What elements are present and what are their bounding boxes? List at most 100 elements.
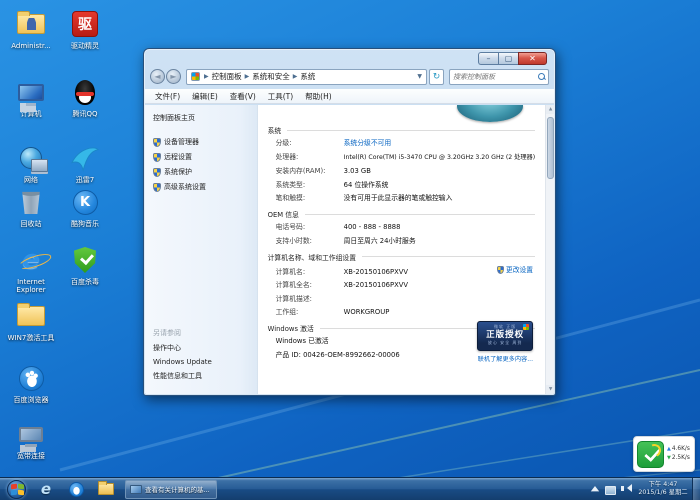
search-box[interactable]	[449, 69, 549, 85]
refresh-button[interactable]: ↻	[429, 69, 444, 85]
activation-status: Windows 已激活	[276, 337, 329, 345]
breadcrumb-separator-icon: ▶	[244, 73, 251, 80]
close-button[interactable]: ✕	[518, 52, 547, 65]
menu-help[interactable]: 帮助(H)	[299, 89, 338, 104]
change-settings[interactable]: 更改设置	[497, 266, 533, 274]
breadcrumb-system[interactable]: 系统	[298, 71, 317, 82]
section-oem: OEM 信息 电话号码: 400 - 888 - 8888 支持小时数: 周日至…	[268, 209, 535, 245]
section-title: OEM 信息	[268, 209, 299, 219]
scrollbar-thumb[interactable]	[547, 117, 554, 179]
desktop-icon-qq[interactable]: 腾讯QQ	[58, 76, 112, 118]
section-title: 计算机名称、域和工作组设置	[268, 252, 356, 262]
sidebar-item-remote-settings[interactable]: 远程设置	[153, 152, 257, 162]
desktop-icon-recycle-bin[interactable]: 回收站	[4, 186, 58, 228]
taskbar-ie-icon[interactable]: e	[34, 480, 58, 499]
desktop-icon-baidu-browser[interactable]: 百度浏览器	[4, 362, 58, 404]
workgroup-value: WORKGROUP	[344, 308, 390, 316]
sidebar-item-label: 系统保护	[164, 167, 192, 177]
back-button[interactable]: ◄	[150, 69, 165, 84]
sidebar-item-control-panel-home[interactable]: 控制面板主页	[153, 113, 257, 123]
genuine-windows-badge: 微软 正版 正版授权 放心 安全 周到	[477, 321, 533, 351]
volume-tray-icon[interactable]	[620, 483, 632, 495]
desktop-icon-label: 计算机	[4, 110, 58, 118]
learn-more-online-link[interactable]: 联机了解更多内容...	[478, 354, 533, 363]
network-tray-icon[interactable]	[605, 486, 616, 495]
field-label: 安装内存(RAM):	[276, 167, 344, 175]
desktop-icon-admin-folder[interactable]: Administr...	[4, 8, 58, 50]
show-desktop-button[interactable]	[692, 478, 700, 500]
desktop-icon-driver-genius[interactable]: 驱 驱动精灵	[58, 8, 112, 50]
windows-flag-icon	[523, 324, 529, 330]
section-title: Windows 激活	[268, 323, 314, 333]
upload-speed: 4.6K/s	[672, 446, 690, 452]
uac-shield-icon	[153, 183, 161, 192]
sidebar-item-label: 远程设置	[164, 152, 192, 162]
section-system: 系统 分级: 系统分级不可用 处理器: Intel(R) Core(TM) i5…	[268, 125, 535, 202]
maximize-button[interactable]: ▢	[498, 52, 518, 65]
address-dropdown-icon[interactable]: ▼	[415, 73, 424, 80]
change-settings-link[interactable]: 更改设置	[506, 266, 533, 274]
sidebar-item-windows-update[interactable]: Windows Update	[153, 358, 212, 366]
main-content: 系统 分级: 系统分级不可用 处理器: Intel(R) Core(TM) i5…	[258, 105, 545, 394]
speed-readout: 4.6K/s 2.5K/s	[667, 445, 690, 463]
scroll-down-icon[interactable]: ▼	[546, 385, 554, 394]
menu-tools[interactable]: 工具(T)	[262, 89, 299, 104]
desktop-icon-network[interactable]: 网络	[4, 142, 58, 184]
sidebar-item-action-center[interactable]: 操作中心	[153, 343, 212, 353]
taskbar-clock[interactable]: 下午 4:47 2015/1/6 星期二	[637, 481, 689, 497]
net-speed-widget[interactable]: 4.6K/s 2.5K/s	[633, 436, 695, 472]
minimize-button[interactable]: –	[478, 52, 498, 65]
desktop-icon-label: WIN7激活工具	[4, 334, 58, 342]
field-label: 处理器:	[276, 153, 344, 161]
sidebar-item-performance[interactable]: 性能信息和工具	[153, 371, 212, 381]
vertical-scrollbar[interactable]: ▲ ▼	[545, 105, 554, 394]
taskbar-baidu-browser-icon[interactable]	[64, 480, 88, 499]
task-button-label: 查看有关计算机的基...	[145, 484, 210, 494]
sidebar-item-device-manager[interactable]: 设备管理器	[153, 137, 257, 147]
search-icon	[538, 73, 545, 80]
download-speed: 2.5K/s	[672, 455, 690, 461]
desktop-icon-label: 百度杀毒	[58, 278, 112, 286]
menu-edit[interactable]: 编辑(E)	[186, 89, 224, 104]
sidebar-item-advanced-settings[interactable]: 高级系统设置	[153, 182, 257, 192]
desktop-icon-internet-explorer[interactable]: e Internet Explorer	[4, 244, 58, 294]
desktop-icon-computer[interactable]: 计算机	[4, 76, 58, 118]
rating-unavailable-link[interactable]: 系统分级不可用	[344, 139, 392, 147]
desktop-icon-baidu-antivirus[interactable]: 百度杀毒	[58, 244, 112, 286]
desktop-icon-kugou[interactable]: K 酷狗音乐	[58, 186, 112, 228]
breadcrumb-control-panel[interactable]: 控制面板	[210, 71, 244, 82]
forward-button[interactable]: ►	[166, 69, 181, 84]
breadcrumb-system-security[interactable]: 系统和安全	[250, 71, 292, 82]
field-label: 电话号码:	[276, 223, 344, 231]
taskbar-system-window-button[interactable]: 查看有关计算机的基...	[125, 480, 217, 499]
uac-shield-icon	[153, 168, 161, 177]
start-button[interactable]	[7, 480, 26, 499]
breadcrumb-separator-icon: ▶	[203, 73, 210, 80]
show-hidden-icons-button[interactable]	[589, 483, 601, 495]
navigation-bar: ◄ ► ▶ 控制面板 ▶ 系统和安全 ▶ 系统 ▼ ↻	[150, 66, 549, 87]
menu-file[interactable]: 文件(F)	[149, 89, 186, 104]
desktop-icon-label: 酷狗音乐	[58, 220, 112, 228]
sidebar: 控制面板主页 设备管理器 远程设置 系统保护 高级系统设置 另请参阅 操作中心 …	[145, 105, 258, 394]
sidebar-item-system-protection[interactable]: 系统保护	[153, 167, 257, 177]
menu-view[interactable]: 查看(V)	[224, 89, 262, 104]
uac-shield-icon	[153, 138, 161, 147]
see-also-heading: 另请参阅	[153, 328, 212, 338]
taskbar-explorer-icon[interactable]	[94, 480, 118, 499]
field-label: 分级:	[276, 139, 344, 147]
antivirus-check-icon[interactable]	[637, 441, 664, 468]
processor-value: Intel(R) Core(TM) i5-3470 CPU @ 3.20GHz …	[344, 154, 535, 162]
desktop-icon-win7-activator[interactable]: WIN7激活工具	[4, 300, 58, 342]
taskbar: e 查看有关计算机的基... 下午 4:47 2015/1/6 星期二	[0, 477, 700, 500]
sidebar-item-label: 设备管理器	[164, 137, 199, 147]
scroll-up-icon[interactable]: ▲	[546, 105, 554, 114]
desktop-icon-label: Administr...	[4, 42, 58, 50]
search-input[interactable]	[453, 73, 538, 81]
desktop-icon-label: 网络	[4, 176, 58, 184]
pen-touch-value: 没有可用于此显示器的笔或触控输入	[344, 194, 453, 202]
desktop-icon-thunder[interactable]: 迅雷7	[58, 142, 112, 184]
field-label: 系统类型:	[276, 181, 344, 189]
address-bar[interactable]: ▶ 控制面板 ▶ 系统和安全 ▶ 系统 ▼	[186, 69, 427, 85]
desktop-icon-broadband[interactable]: 宽带连接	[4, 418, 58, 460]
field-label: 支持小时数:	[276, 237, 344, 245]
